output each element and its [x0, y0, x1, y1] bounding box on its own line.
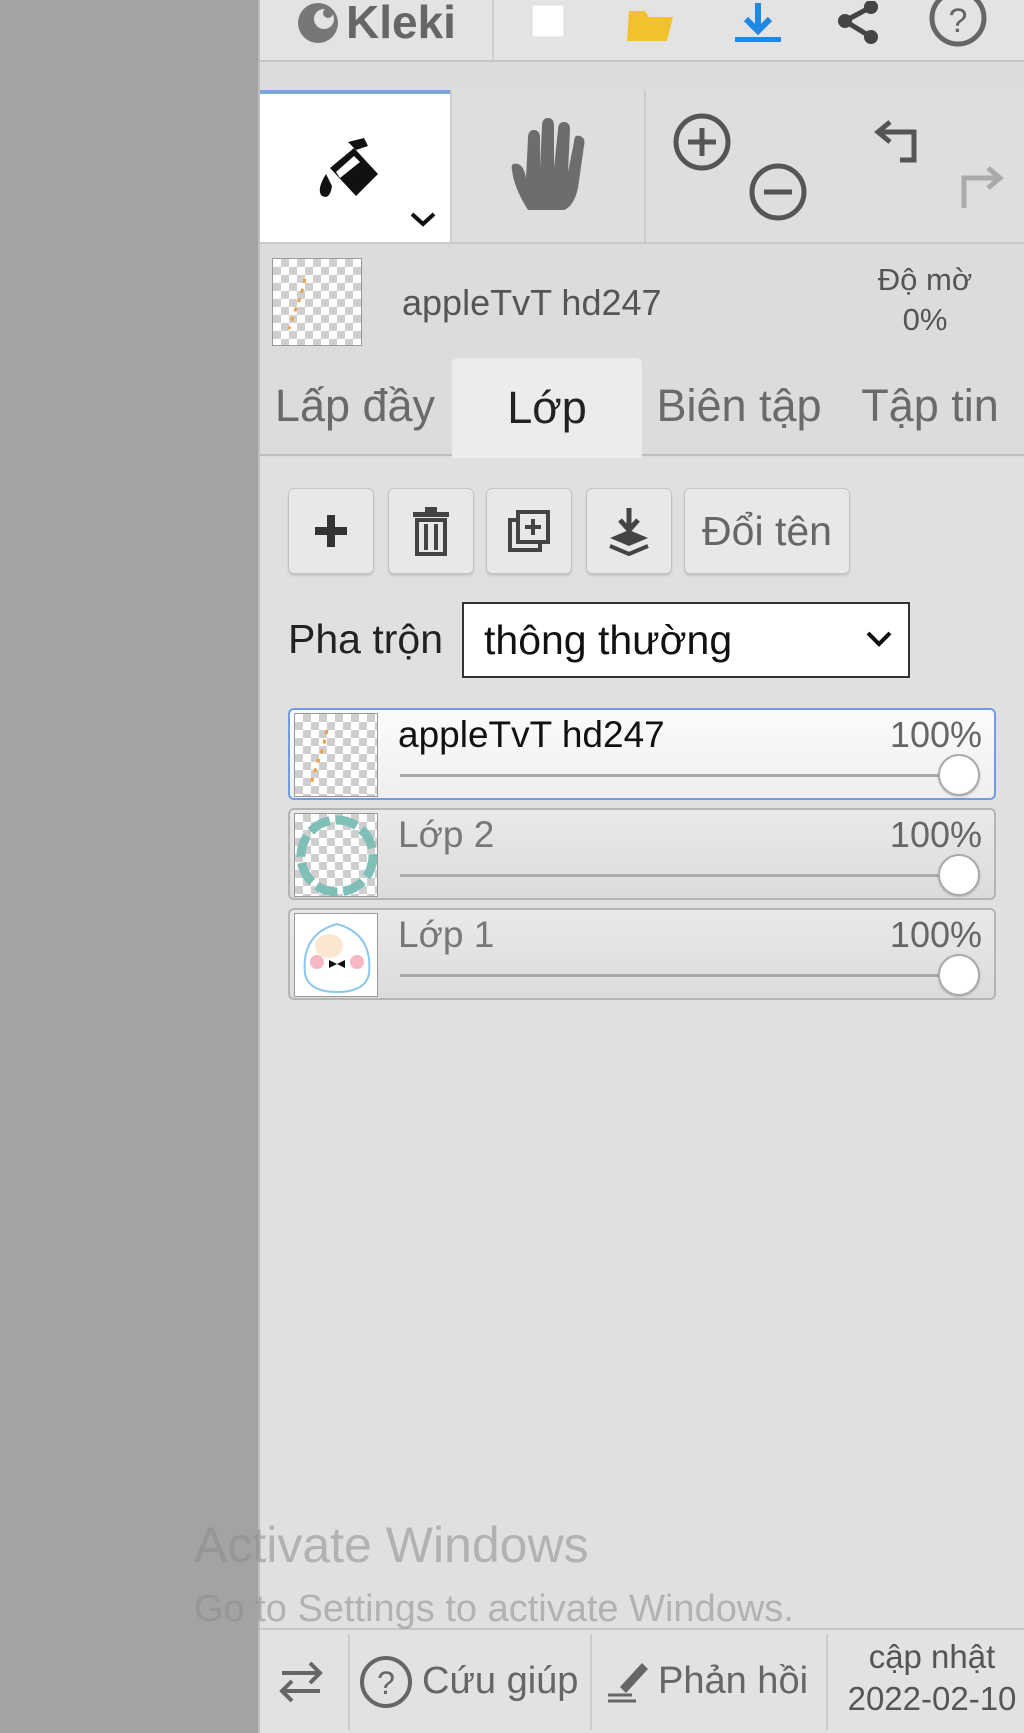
feedback-link[interactable]: Phản hồi [606, 1630, 808, 1733]
chevron-down-icon[interactable] [408, 210, 438, 230]
open-folder-icon [627, 11, 673, 41]
app-name: Kleki [346, 0, 456, 48]
svg-text:?: ? [949, 2, 968, 40]
opacity-slider-track[interactable] [400, 774, 954, 777]
blend-mode-label: Pha trộn [288, 616, 443, 662]
update-date: 2022-02-10 [847, 1680, 1017, 1717]
layer-name: appleTvT hd247 [398, 714, 665, 755]
layer-name: Lớp 2 [398, 814, 495, 855]
download-button[interactable] [728, 0, 788, 50]
svg-text:?: ? [377, 1665, 395, 1701]
layer-opacity: 100% [889, 914, 982, 955]
kleki-logo-icon [298, 3, 338, 43]
duplicate-icon [508, 510, 550, 552]
blend-mode-select[interactable]: thông thường [462, 602, 910, 678]
plus-icon [315, 515, 347, 547]
tab-edit[interactable]: Biên tập [644, 356, 834, 456]
activation-watermark-title: Activate Windows [194, 1517, 589, 1573]
opacity-label: Độ mờ [877, 262, 973, 297]
drawing-canvas-area[interactable] [0, 0, 258, 1733]
bottom-bar: ? Cứu giúp Phản hồi cập nhật 2022-02-10 [260, 1628, 1024, 1733]
layers-panel-content: Đổi tên Pha trộn thông thường appleTvT h… [260, 458, 1024, 1628]
history-controls [836, 90, 1024, 242]
rename-label: Đổi tên [702, 507, 832, 554]
fill-bucket-icon [319, 138, 378, 197]
feedback-label: Phản hồi [658, 1660, 809, 1702]
top-toolbar: Kleki ? [260, 0, 1024, 62]
layer-name: Lớp 1 [398, 914, 495, 955]
duplicate-layer-button[interactable] [486, 488, 572, 574]
chevron-down-icon [866, 631, 892, 647]
merge-down-button[interactable] [586, 488, 672, 574]
hand-icon [511, 118, 585, 210]
tool-row [260, 90, 1024, 244]
tab-file[interactable]: Tập tin [834, 356, 1024, 456]
zoom-out-icon[interactable] [746, 160, 810, 224]
swap-side-button[interactable] [274, 1630, 334, 1733]
help-icon: ? [929, 0, 987, 47]
opacity-value: 0% [902, 302, 948, 337]
rename-layer-button[interactable]: Đổi tên [684, 488, 850, 574]
help-button[interactable]: ? [928, 0, 988, 50]
undo-icon[interactable] [870, 110, 930, 170]
help-link[interactable]: ? Cứu giúp [358, 1630, 578, 1733]
panel-tabs: Lấp đầy Lớp Biên tập Tập tin [260, 356, 1024, 458]
layer-thumbnail [294, 713, 378, 797]
trash-icon [413, 507, 449, 556]
activation-watermark-subtitle: Go to Settings to activate Windows. [194, 1588, 794, 1630]
layer-opacity: 100% [889, 814, 982, 855]
current-layer-name: appleTvT hd247 [402, 282, 662, 323]
redo-icon[interactable] [948, 156, 1008, 216]
current-layer-thumbnail [272, 258, 362, 346]
layer-opacity-readout: Độ mờ 0% [850, 260, 1000, 340]
new-image-button[interactable] [518, 0, 578, 50]
current-layer-info: appleTvT hd247 Độ mờ 0% [260, 246, 1024, 354]
tab-layers[interactable]: Lớp [452, 358, 642, 458]
opacity-slider-handle[interactable] [938, 854, 980, 896]
update-info[interactable]: cập nhật 2022-02-10 [838, 1636, 1024, 1720]
layer-thumbnail [294, 913, 378, 997]
layer-row[interactable]: appleTvT hd247 100% [288, 708, 996, 800]
zoom-controls [646, 90, 836, 242]
share-icon [838, 1, 878, 44]
download-icon [735, 3, 781, 42]
layer-row[interactable]: Lớp 1 100% [288, 908, 996, 1000]
opacity-slider-track[interactable] [400, 874, 954, 877]
layer-opacity: 100% [889, 714, 982, 755]
layer-row[interactable]: Lớp 2 100% [288, 808, 996, 900]
fill-tool-button[interactable] [260, 90, 450, 242]
add-layer-button[interactable] [288, 488, 374, 574]
merge-down-icon [609, 508, 649, 556]
share-button[interactable] [828, 0, 888, 50]
opacity-slider-track[interactable] [400, 974, 954, 977]
update-label: cập nhật [868, 1638, 996, 1675]
tab-fill[interactable]: Lấp đầy [260, 356, 450, 456]
opacity-slider-handle[interactable] [938, 954, 980, 996]
open-file-button[interactable] [620, 0, 680, 50]
hand-tool-button[interactable] [452, 90, 642, 242]
side-panel: Kleki ? appleTvT hd247 Độ mờ 0% Lấp đầy … [258, 0, 1024, 1733]
zoom-in-icon[interactable] [670, 110, 734, 174]
swap-arrows-icon [279, 1661, 323, 1702]
kleki-logo[interactable]: Kleki [294, 0, 456, 50]
feedback-pen-icon [608, 1662, 648, 1702]
new-image-icon [531, 4, 565, 38]
help-icon: ? [360, 1655, 412, 1708]
help-label: Cứu giúp [422, 1660, 579, 1702]
blend-mode-value: thông thường [484, 616, 733, 663]
opacity-slider-handle[interactable] [938, 754, 980, 796]
delete-layer-button[interactable] [388, 488, 474, 574]
layer-thumbnail [294, 813, 378, 897]
